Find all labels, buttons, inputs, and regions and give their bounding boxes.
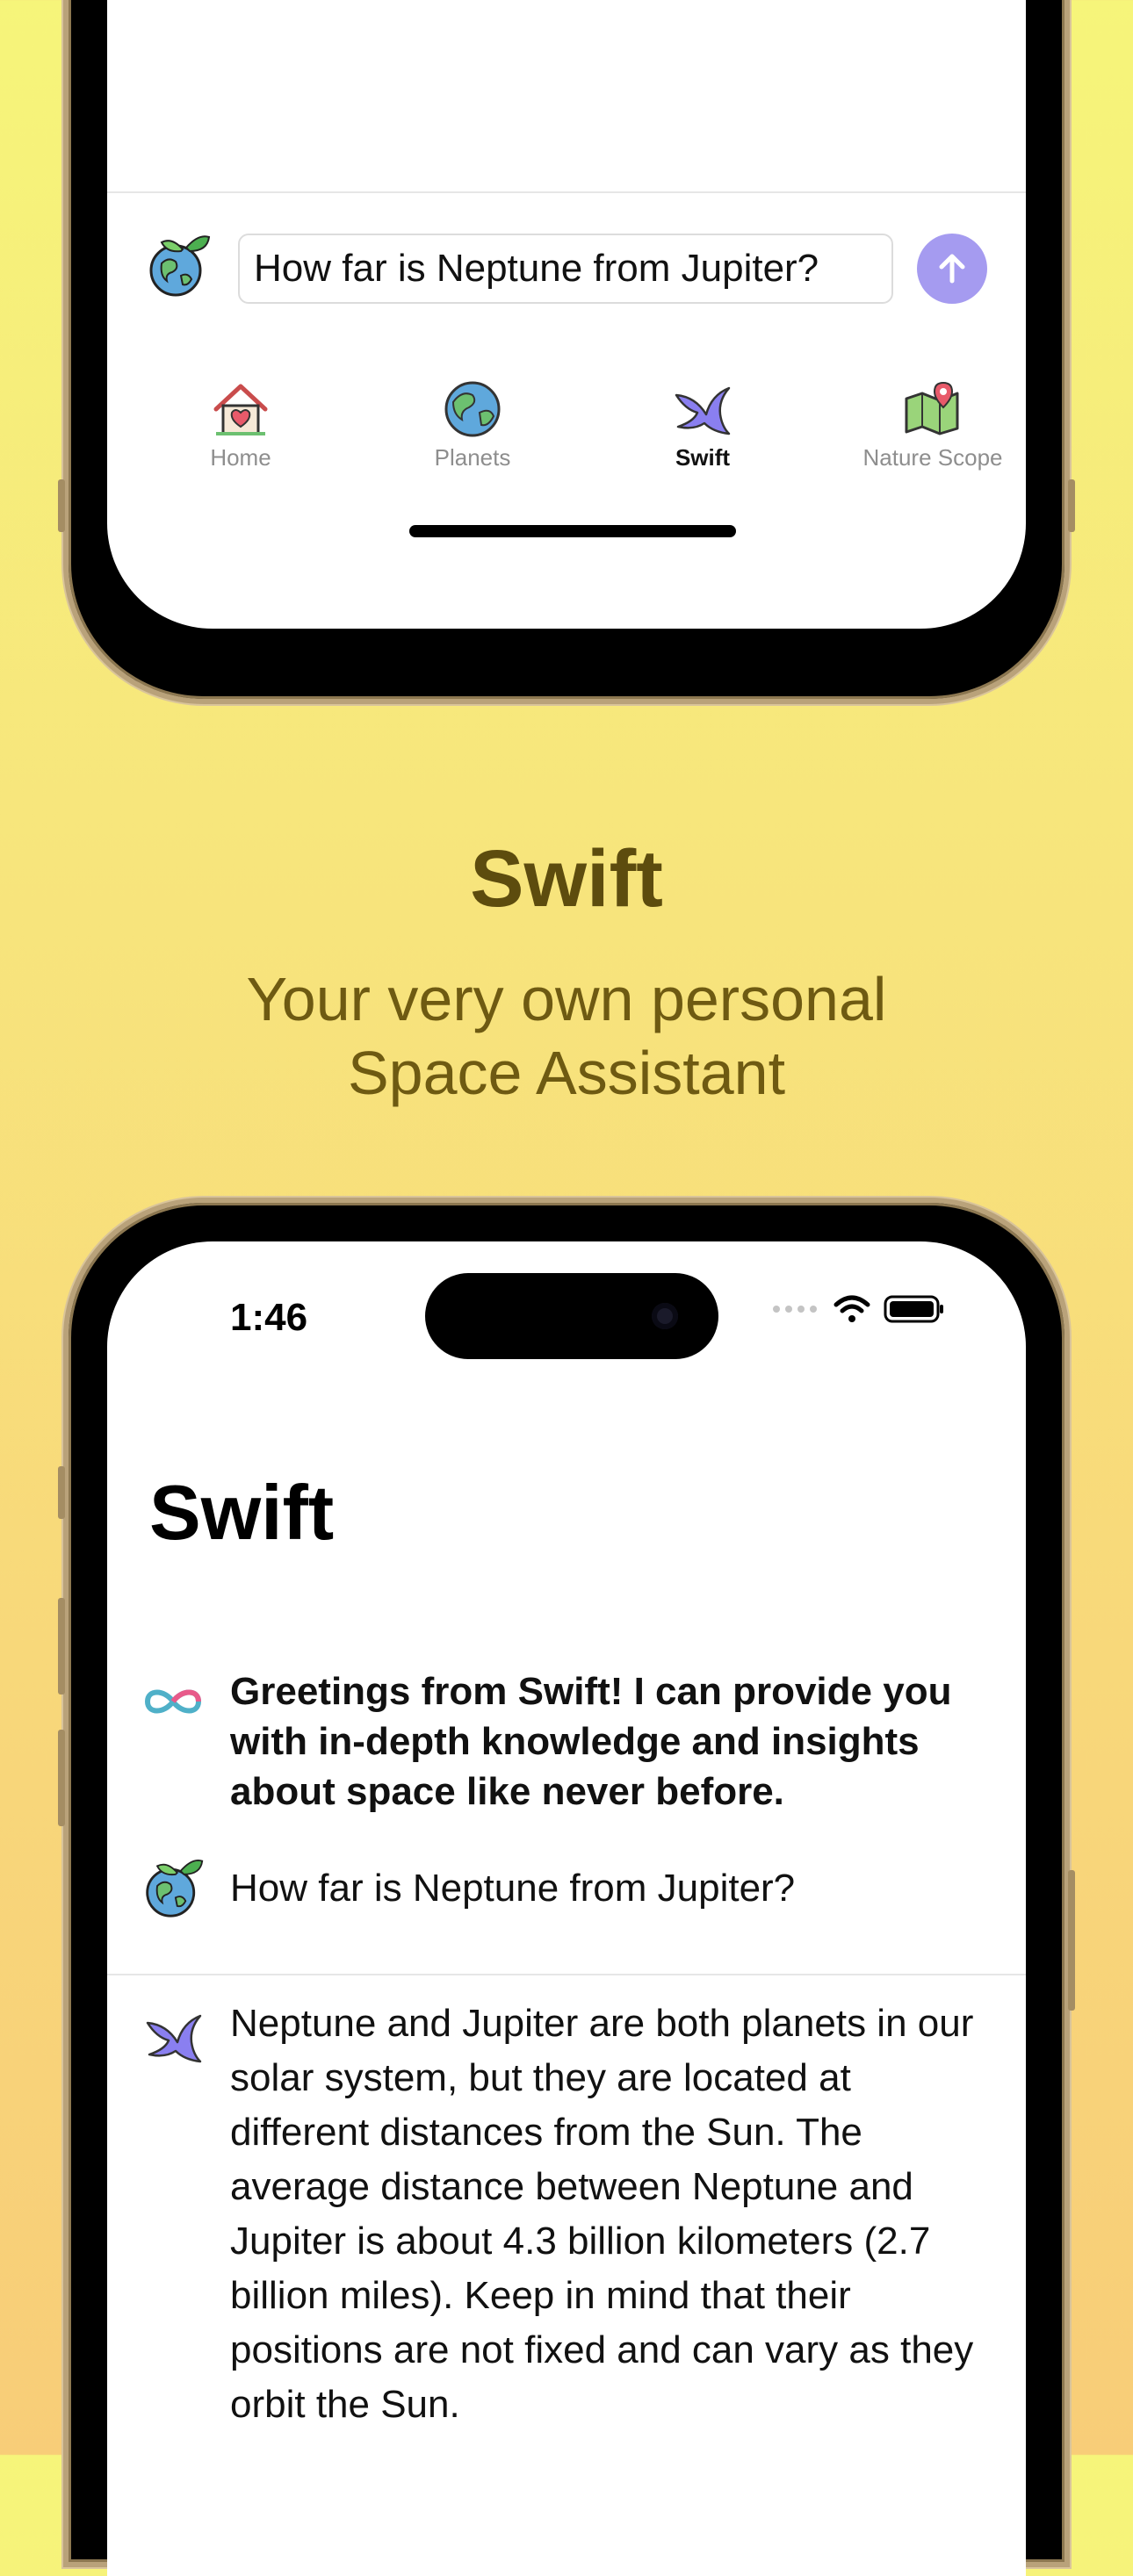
home-icon (213, 384, 268, 435)
page-title: Swift (149, 1469, 335, 1556)
status-time: 1:46 (230, 1296, 308, 1339)
top-phone-screen: How far is Neptune from Jupiter? Home Pl… (107, 0, 1026, 629)
side-button (58, 479, 65, 532)
tab-label: Nature Scope (862, 444, 1003, 471)
eco-globe-icon (146, 1860, 204, 1918)
home-indicator[interactable] (409, 525, 736, 537)
input-divider (107, 191, 1026, 193)
tab-nature-scope[interactable]: Nature Scope (836, 378, 1026, 471)
tab-swift[interactable]: Swift (606, 378, 799, 471)
hero-subtitle-line: Your very own personal (246, 965, 887, 1033)
infinity-icon (144, 1689, 202, 1714)
eco-globe-icon[interactable] (146, 232, 213, 299)
wifi-icon (834, 1295, 870, 1322)
send-button[interactable] (917, 234, 987, 304)
hero-subtitle: Your very own personal Space Assistant (0, 962, 1133, 1110)
user-question-message: How far is Neptune from Jupiter? (230, 1867, 796, 1910)
power-button (1068, 1870, 1075, 2011)
hero-title: Swift (470, 834, 663, 924)
bottom-phone-screen: 1:46 Swift Greetings from Swift! I can p… (107, 1241, 1026, 2576)
chat-input[interactable]: How far is Neptune from Jupiter? (238, 234, 893, 304)
signal-dots-icon (773, 1306, 817, 1313)
globe-icon (444, 381, 501, 437)
tab-label: Planets (434, 444, 511, 471)
volume-down-button (58, 1730, 65, 1826)
tab-label: Home (210, 444, 271, 471)
tab-home[interactable]: Home (144, 378, 337, 471)
tab-planets[interactable]: Planets (376, 378, 569, 471)
battery-icon (884, 1295, 943, 1323)
swift-bird-icon (146, 2014, 202, 2063)
action-button (58, 1466, 65, 1519)
side-button (1068, 479, 1075, 532)
assistant-greeting-message: Greetings from Swift! I can provide you … (230, 1670, 952, 1813)
volume-up-button (58, 1598, 65, 1695)
swift-bird-icon (675, 386, 731, 435)
map-icon (905, 381, 959, 435)
tab-label: Swift (675, 444, 731, 471)
hero-subtitle-line: Space Assistant (347, 1039, 786, 1107)
status-icons (771, 1294, 945, 1324)
message-divider (107, 1974, 1026, 1975)
arrow-up-icon (939, 254, 965, 284)
bottom-phone-frame: 1:46 Swift Greetings from Swift! I can p… (58, 1198, 1075, 2576)
top-phone-frame: How far is Neptune from Jupiter? Home Pl… (58, 0, 1075, 704)
assistant-answer-message: Neptune and Jupiter are both planets in … (230, 2002, 974, 2426)
camera-icon (652, 1303, 678, 1329)
